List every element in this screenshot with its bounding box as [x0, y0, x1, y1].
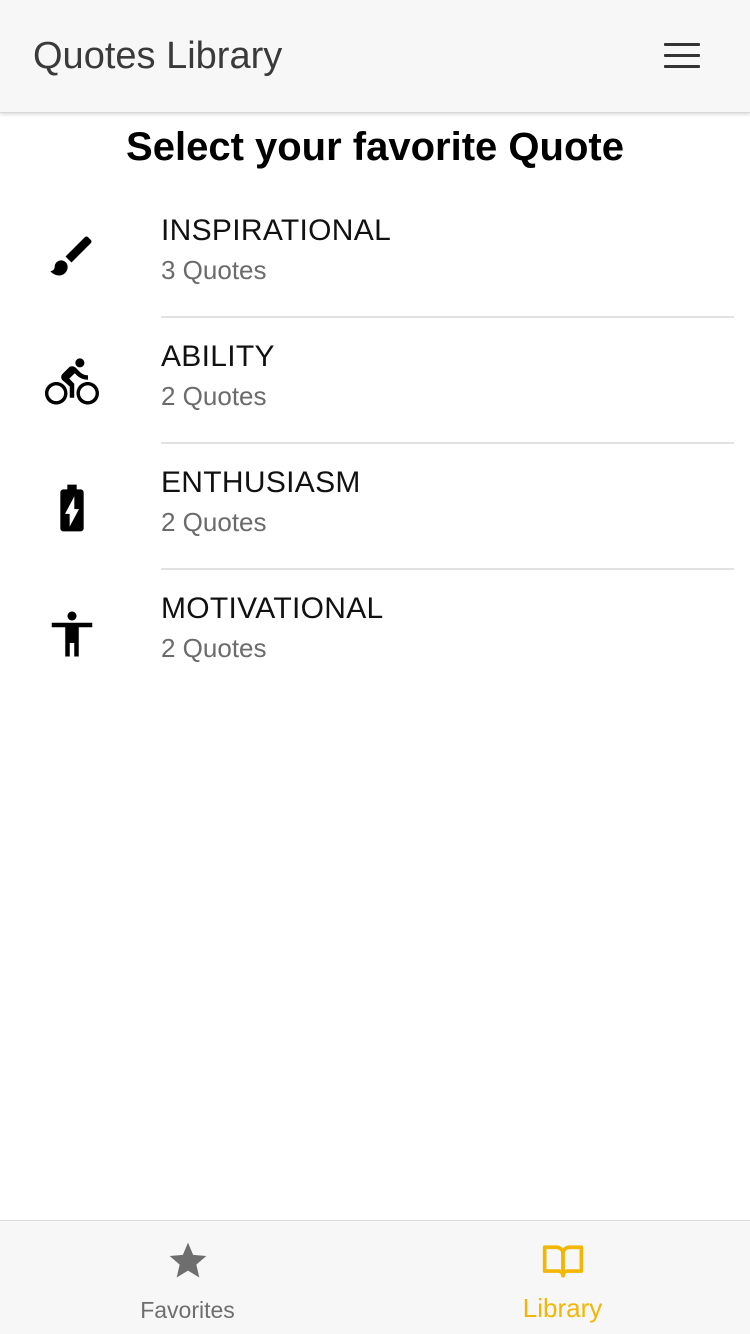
category-item-ability[interactable]: ABILITY 2 Quotes	[0, 318, 750, 444]
bottom-tab-bar: Favorites Library	[0, 1220, 750, 1334]
paintbrush-icon	[42, 226, 102, 286]
category-title: ABILITY	[161, 340, 275, 373]
category-title: MOTIVATIONAL	[161, 592, 384, 625]
tab-label: Library	[522, 1293, 603, 1323]
category-count: 2 Quotes	[161, 381, 267, 411]
hamburger-menu-icon[interactable]	[654, 34, 710, 78]
category-count: 2 Quotes	[161, 633, 267, 663]
category-item-inspirational[interactable]: INSPIRATIONAL 3 Quotes	[0, 192, 750, 318]
page-heading: Select your favorite Quote	[126, 125, 624, 169]
tab-favorites[interactable]: Favorites	[0, 1221, 375, 1334]
star-icon	[166, 1239, 210, 1283]
app-screen: Quotes Library Select your favorite Quot…	[0, 0, 750, 1334]
category-title: INSPIRATIONAL	[161, 214, 392, 247]
category-item-motivational[interactable]: MOTIVATIONAL 2 Quotes	[0, 570, 750, 696]
category-count: 2 Quotes	[161, 507, 267, 537]
category-item-enthusiasm[interactable]: ENTHUSIASM 2 Quotes	[0, 444, 750, 570]
app-header: Quotes Library	[0, 0, 750, 113]
app-title: Quotes Library	[33, 35, 283, 77]
category-count: 3 Quotes	[161, 255, 267, 285]
book-open-icon	[541, 1239, 585, 1283]
tab-label: Favorites	[140, 1297, 235, 1323]
bike-icon	[42, 352, 102, 412]
category-title: ENTHUSIASM	[161, 466, 361, 499]
tab-library[interactable]: Library	[375, 1221, 750, 1334]
accessibility-icon	[42, 604, 102, 664]
category-list: INSPIRATIONAL 3 Quotes ABILITY 2 Quotes …	[0, 192, 750, 696]
battery-charging-icon	[42, 478, 102, 538]
